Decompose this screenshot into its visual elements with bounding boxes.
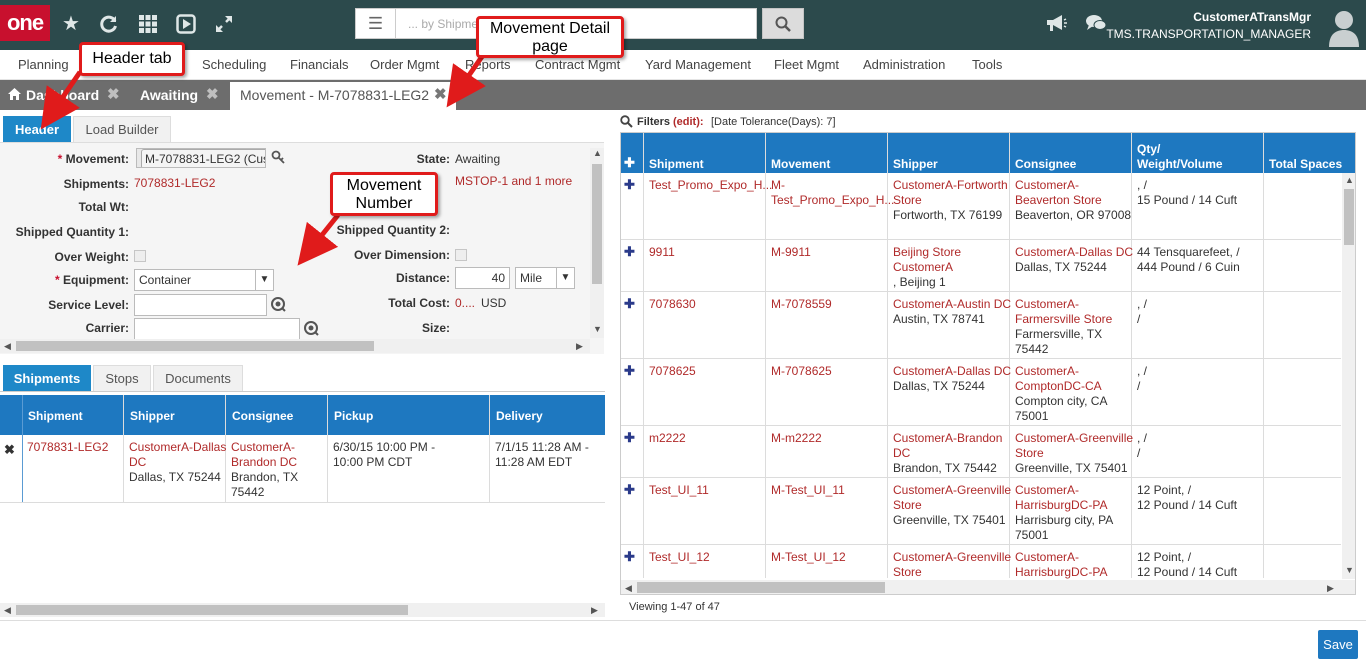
callout-movement-number: Movement Number — [330, 172, 438, 216]
callout-header-tab: Header tab — [79, 42, 185, 76]
callout-text: Number — [355, 195, 413, 212]
callout-movement-detail: Movement Detail page — [476, 16, 624, 58]
callout-text: page — [532, 38, 568, 55]
callout-text: Movement Detail — [489, 20, 611, 37]
callout-text: Movement — [346, 177, 422, 194]
callout-arrows — [40, 46, 491, 266]
